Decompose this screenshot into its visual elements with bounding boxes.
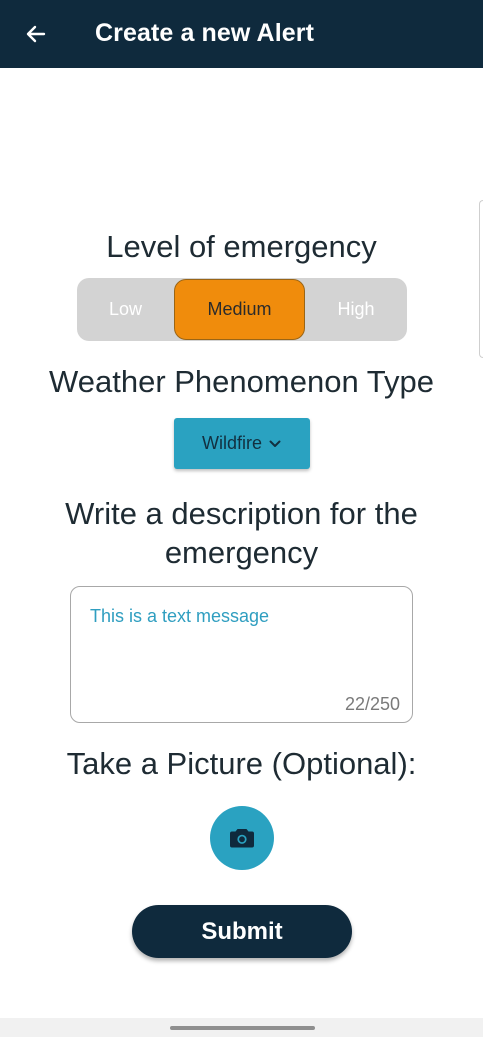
description-label-line2: emergency (164, 535, 319, 570)
chevron-down-icon (268, 437, 282, 451)
phenomenon-type-label: Weather Phenomenon Type (49, 364, 434, 399)
emergency-level-label: Level of emergency (106, 229, 377, 264)
level-option-medium[interactable]: Medium (174, 279, 305, 340)
home-indicator[interactable] (170, 1026, 315, 1030)
arrow-left-icon (26, 25, 46, 43)
page-title: Create a new Alert (95, 19, 315, 47)
scroll-indicator (479, 200, 483, 358)
system-navigation-bar (0, 1018, 483, 1037)
level-option-high[interactable]: High (305, 278, 407, 341)
description-textarea[interactable]: This is a text message 22/250 (70, 586, 413, 723)
camera-icon (230, 829, 254, 848)
phenomenon-selected-value: Wildfire (201, 433, 262, 453)
submit-button[interactable]: Submit (132, 905, 352, 958)
take-picture-button[interactable] (210, 806, 274, 870)
description-text: This is a text message (90, 606, 270, 626)
phenomenon-type-dropdown[interactable]: Wildfire (174, 418, 310, 469)
back-button[interactable] (16, 14, 56, 54)
level-option-low[interactable]: Low (77, 278, 174, 341)
picture-label: Take a Picture (Optional): (66, 746, 417, 781)
app-bar: Create a new Alert (0, 0, 483, 68)
emergency-level-selector: Low Medium High (77, 278, 407, 341)
character-counter: 22/250 (344, 694, 400, 714)
description-label-line1: Write a description for the (65, 496, 418, 531)
